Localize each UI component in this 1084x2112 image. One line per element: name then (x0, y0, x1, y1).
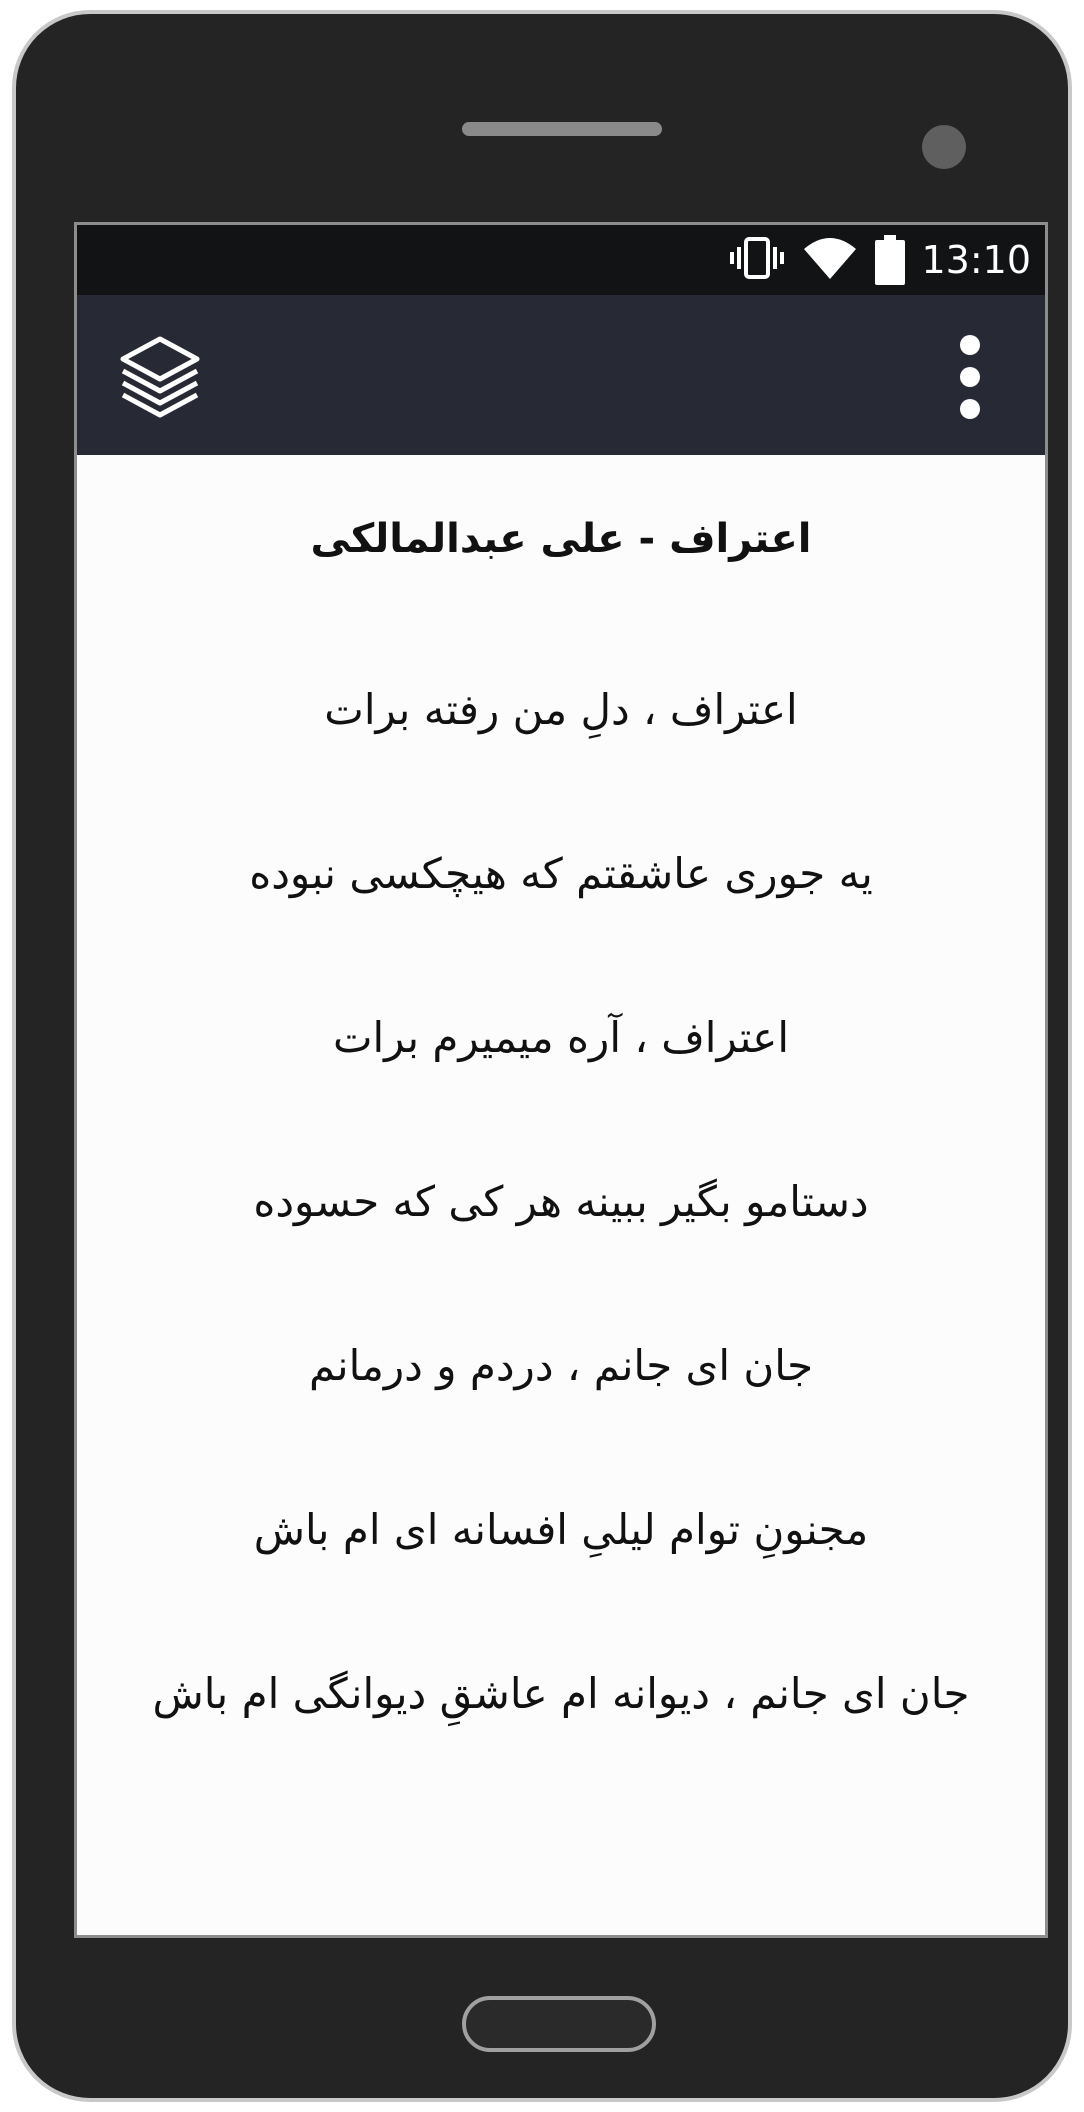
vibrate-icon (729, 233, 785, 287)
status-bar: 13:10 (77, 225, 1045, 295)
lyric-line: جان ای جانم ، دردم و درمانم (308, 1341, 814, 1390)
lyric-line: مجنونِ توام لیلیِ افسانه ای ام باش (253, 1505, 869, 1554)
lyrics-content: اعتراف - علی عبدالمالکی اعتراف ، دلِ من … (77, 455, 1045, 1735)
lyric-line: دستامو بگیر ببینه هر کی که حسوده (253, 1177, 869, 1226)
phone-screen: 13:10 اعتراف - علی عبدالمالکی اعتراف ، د… (74, 222, 1048, 1938)
lyrics-list: اعتراف ، دلِ من رفته برات یه جوری عاشقتم… (137, 669, 985, 1735)
overflow-dot (960, 399, 980, 419)
song-title: اعتراف - علی عبدالمالکی (310, 516, 812, 562)
phone-frame: 13:10 اعتراف - علی عبدالمالکی اعتراف ، د… (12, 10, 1072, 2102)
lyric-line: جان ای جانم ، دیوانه ام عاشقِ دیوانگی ام… (152, 1669, 970, 1718)
battery-icon (873, 233, 907, 291)
wifi-icon (803, 233, 857, 287)
app-bar (77, 295, 1045, 455)
overflow-dot (960, 367, 980, 387)
lyric-line: یه جوری عاشقتم که هیچکسی نبوده (249, 849, 873, 898)
lyric-line: اعتراف ، آره میمیرم برات (332, 1013, 790, 1062)
overflow-menu-icon[interactable] (955, 331, 985, 421)
overflow-dot (960, 335, 980, 355)
phone-speaker (462, 122, 662, 136)
front-camera (922, 125, 966, 169)
home-button[interactable] (462, 1996, 656, 2052)
layers-icon[interactable] (117, 333, 203, 419)
lyric-line: اعتراف ، دلِ من رفته برات (324, 685, 798, 734)
status-time: 13:10 (921, 238, 1031, 282)
